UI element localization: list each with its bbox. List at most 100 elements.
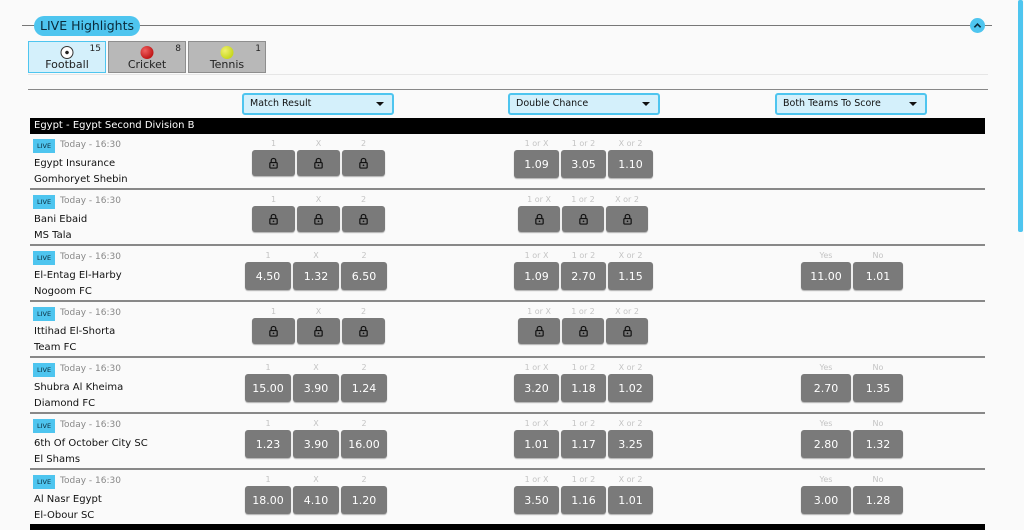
home-team[interactable]: Egypt Insurance — [34, 158, 115, 169]
away-team[interactable]: MS Tala — [34, 230, 72, 241]
tab-football[interactable]: 15 Football — [28, 41, 106, 73]
odds-cell: 1 18.00 — [245, 474, 291, 514]
odds-button[interactable]: 1.18 — [561, 374, 606, 402]
market-select-btts[interactable]: Both Teams To Score — [775, 93, 927, 115]
odds-button[interactable]: 1.15 — [608, 262, 653, 290]
odds-button[interactable]: 1.02 — [608, 374, 653, 402]
caret-down-icon — [642, 102, 650, 106]
odds-button[interactable]: 1.20 — [341, 486, 387, 514]
lock-icon — [314, 157, 323, 169]
match-result-odds: 1 4.50 X 1.32 2 6.50 — [245, 250, 387, 290]
odds-cell: 1 or X 3.50 — [514, 474, 559, 514]
odds-cell: 1 4.50 — [245, 250, 291, 290]
odds-button[interactable]: 1.01 — [608, 486, 653, 514]
odds-cell: X or 2 — [606, 194, 648, 232]
odds-button[interactable]: 4.10 — [293, 486, 339, 514]
outcome-label: 1 or X — [524, 419, 549, 428]
home-team[interactable]: Al Nasr Egypt — [34, 494, 102, 505]
double-chance-odds: 1 or X 3.20 1 or 2 1.18 X or 2 1.02 — [514, 362, 653, 402]
odds-cell: 2 1.24 — [341, 362, 387, 402]
home-team[interactable]: Shubra Al Kheima — [34, 382, 123, 393]
odds-button[interactable]: 1.09 — [514, 150, 559, 178]
btts-odds: Yes 11.00 No 1.01 — [801, 250, 903, 290]
away-team[interactable]: El Shams — [34, 454, 80, 465]
odds-button[interactable]: 1.35 — [853, 374, 903, 402]
odds-button[interactable]: 1.10 — [608, 150, 653, 178]
live-badge: LIVE — [33, 307, 55, 321]
odds-button[interactable]: 11.00 — [801, 262, 851, 290]
odds-button[interactable]: 1.24 — [341, 374, 387, 402]
odds-button[interactable]: 1.16 — [561, 486, 606, 514]
away-team[interactable]: Team FC — [34, 342, 76, 353]
collapse-button[interactable] — [970, 18, 985, 33]
odds-cell: 1 or 2 1.16 — [561, 474, 606, 514]
outcome-label: 2 — [360, 307, 367, 316]
odds-button[interactable]: 1.09 — [514, 262, 559, 290]
away-team[interactable]: Nogoom FC — [34, 286, 92, 297]
odds-button[interactable]: 18.00 — [245, 486, 291, 514]
away-team[interactable]: Diamond FC — [34, 398, 95, 409]
market-select-match-result[interactable]: Match Result — [242, 93, 394, 115]
tab-cricket[interactable]: 8 Cricket — [108, 41, 186, 73]
match-row: LIVE Today - 16:30 El-Entag El-Harby Nogoom… — [30, 246, 985, 302]
odds-cell: 2 1.20 — [341, 474, 387, 514]
odds-cell: 2 — [342, 306, 385, 344]
odds-button[interactable]: 3.20 — [514, 374, 559, 402]
odds-button[interactable]: 2.80 — [801, 430, 851, 458]
odds-cell: 1 or X 1.09 — [514, 250, 559, 290]
odds-button[interactable]: 1.01 — [514, 430, 559, 458]
odds-cell: X — [297, 138, 340, 176]
home-team[interactable]: El-Entag El-Harby — [34, 270, 122, 281]
match-time: Today - 16:30 — [60, 364, 121, 374]
outcome-label: 2 — [361, 251, 367, 260]
odds-button[interactable]: 3.90 — [293, 430, 339, 458]
odds-button[interactable]: 3.05 — [561, 150, 606, 178]
odds-button[interactable]: 1.32 — [853, 430, 903, 458]
odds-cell: 1 or X — [518, 306, 560, 344]
away-team[interactable]: Gomhoryet Shebin — [34, 174, 128, 185]
odds-button[interactable]: 16.00 — [341, 430, 387, 458]
tab-tennis[interactable]: 1 Tennis — [188, 41, 266, 73]
odds-button[interactable]: 3.00 — [801, 486, 851, 514]
odds-button[interactable]: 2.70 — [561, 262, 606, 290]
lock-icon — [578, 213, 588, 225]
outcome-label: 1 or X — [524, 363, 549, 372]
odds-button[interactable]: 1.23 — [245, 430, 291, 458]
home-team[interactable]: 6th Of October City SC — [34, 438, 148, 449]
outcome-label: No — [872, 475, 884, 484]
odds-button[interactable]: 4.50 — [245, 262, 291, 290]
odds-button[interactable]: 3.25 — [608, 430, 653, 458]
outcome-label: 1 — [265, 251, 271, 260]
away-team[interactable]: El-Obour SC — [34, 510, 94, 521]
odds-button[interactable]: 3.50 — [514, 486, 559, 514]
outcome-label: X or 2 — [618, 363, 643, 372]
outcome-label: 1 or X — [524, 139, 549, 148]
header-divider — [22, 25, 992, 26]
double-chance-odds: 1 or X 3.50 1 or 2 1.16 X or 2 1.01 — [514, 474, 653, 514]
odds-cell: 2 6.50 — [341, 250, 387, 290]
odds-cell: 1 or 2 — [562, 194, 604, 232]
home-team[interactable]: Ittihad El-Shorta — [34, 326, 115, 337]
odds-button[interactable]: 1.28 — [853, 486, 903, 514]
odds-cell: X or 2 1.01 — [608, 474, 653, 514]
odds-cell: 1 — [252, 138, 295, 176]
scrollbar-thumb[interactable] — [1018, 0, 1023, 232]
odds-cell: Yes 2.80 — [801, 418, 851, 458]
outcome-label: 1 or X — [524, 251, 549, 260]
odds-button[interactable]: 1.01 — [853, 262, 903, 290]
odds-button[interactable]: 3.90 — [293, 374, 339, 402]
odds-cell: X 3.90 — [293, 418, 339, 458]
match-result-odds: 1 X 2 — [252, 138, 385, 176]
odds-cell: 1 15.00 — [245, 362, 291, 402]
double-chance-odds: 1 or X 1.09 1 or 2 2.70 X or 2 1.15 — [514, 250, 653, 290]
odds-cell: Yes 3.00 — [801, 474, 851, 514]
live-badge: LIVE — [33, 251, 55, 265]
odds-button[interactable]: 15.00 — [245, 374, 291, 402]
home-team[interactable]: Bani Ebaid — [34, 214, 87, 225]
odds-button[interactable]: 1.17 — [561, 430, 606, 458]
lock-icon — [359, 157, 368, 169]
market-select-double-chance[interactable]: Double Chance — [508, 93, 660, 115]
odds-button[interactable]: 1.32 — [293, 262, 339, 290]
odds-button[interactable]: 2.70 — [801, 374, 851, 402]
odds-button[interactable]: 6.50 — [341, 262, 387, 290]
